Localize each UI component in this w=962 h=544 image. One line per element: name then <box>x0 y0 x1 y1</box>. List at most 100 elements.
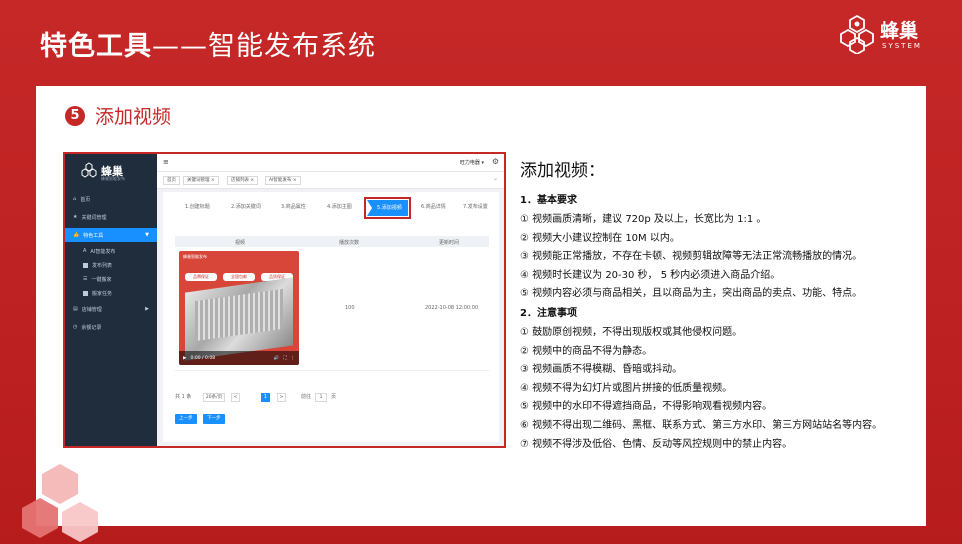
play-icon[interactable]: ▶ <box>183 356 186 361</box>
step-7[interactable]: 7.发布设置 <box>463 203 488 210</box>
step-3[interactable]: 3.商品属性 <box>281 203 306 210</box>
requirement-item: ③ 视频能正常播放，不存在卡顿、视频剪辑故障等无法正常流畅播放的情况。 <box>520 251 863 263</box>
brand-logo: 蜂巢 SYSTEM <box>838 12 948 62</box>
requirement-item: ④ 视频时长建议为 20-30 秒， 5 秒内必须进入商品介绍。 <box>520 269 781 281</box>
note-item: ④ 视频不得为幻灯片或图片拼接的低质量视频。 <box>520 382 733 394</box>
play-count: 100 <box>345 305 355 311</box>
description-block: 添加视频： 1．基本要求 ① 视频画质清晰，建议 720p 及以上，长宽比为 1… <box>520 156 922 454</box>
requirements-heading: 1．基本要求 <box>520 195 577 206</box>
sidebar-item-label: 搬家任务 <box>92 290 113 297</box>
step-6[interactable]: 6.商品详情 <box>421 203 446 210</box>
step-number-badge: 5 <box>65 105 85 126</box>
next-step-button[interactable]: 下一步 <box>203 414 225 424</box>
goto-label: 前往 <box>301 394 312 400</box>
logo-subtext: SYSTEM <box>882 42 922 50</box>
chevron-down-icon: ▼ <box>145 232 149 238</box>
pagination-total: 共 1 条 <box>175 394 192 400</box>
note-item: ⑦ 视频不得涉及低俗、色情、反动等风控规则中的禁止内容。 <box>520 438 793 450</box>
step-1[interactable]: 1.创建标题 <box>185 203 210 210</box>
app-logo-subtext: 蜂巢智能发布 <box>101 176 125 181</box>
page-number-current[interactable]: 1 <box>261 393 270 402</box>
slide-header: 特色工具——智能发布系统 蜂巢 SYSTEM <box>0 0 962 86</box>
sidebar-item-ai-publish[interactable]: A AI智能发布 <box>65 244 157 258</box>
slide-title-main: 特色工具 <box>40 31 152 62</box>
prev-step-button[interactable]: 上一步 <box>175 414 197 424</box>
slide-title-sub: 智能发布系统 <box>208 31 376 62</box>
sidebar-item-one-click-move[interactable]: ☰ 一键搬家 <box>65 272 157 286</box>
fullscreen-icon[interactable]: ⛶ <box>283 355 286 361</box>
section-heading: 5 添加视频 <box>65 102 171 129</box>
sidebar-item-label: AI智能发布 <box>90 248 116 255</box>
hexagon-decoration-icon <box>22 464 98 542</box>
video-badge: 全国包邮 <box>223 273 255 281</box>
sidebar-item-label: 发布列表 <box>92 262 113 269</box>
step-2[interactable]: 2.添加关键词 <box>231 203 261 210</box>
prev-page-button[interactable]: < <box>231 393 240 402</box>
tab-home[interactable]: 首页 <box>163 176 180 185</box>
sidebar-item-balance[interactable]: ◷ 余额记录 <box>65 320 157 334</box>
chevron-right-icon: ▶ <box>145 306 149 312</box>
column-header-video: 视频 <box>235 240 246 246</box>
note-item: ⑤ 视频中的水印不得遮挡商品，不得影响观看视频内容。 <box>520 401 773 413</box>
app-sidebar: 蜂巢 蜂巢智能发布 ⌂ 首页 ★ 关键词管理 👍 特色工具 ▼ A AI智能发布 发布列表… <box>65 154 157 446</box>
table-row: 蜂巢智能发布 品牌保证 全国包邮 品质保证 ▶ 0:00 / 0:08 🔊 ⛶ … <box>175 247 489 371</box>
next-page-button[interactable]: > <box>277 393 286 402</box>
sidebar-item-tools[interactable]: 👍 特色工具 ▼ <box>65 228 157 242</box>
note-item: ② 视频中的商品不得为静态。 <box>520 345 653 357</box>
menu-icon[interactable]: ≡ <box>163 158 169 166</box>
note-item: ③ 视频画质不得模糊、昏暗或抖动。 <box>520 364 683 376</box>
volume-icon[interactable]: 🔊 <box>274 356 280 361</box>
sidebar-item-home[interactable]: ⌂ 首页 <box>65 192 157 206</box>
thumbs-up-icon: 👍 <box>73 232 80 238</box>
video-table: 视频 播放次数 更新时间 蜂巢智能发布 品牌保证 全国包邮 品质保证 ▶ 0:0… <box>175 236 489 386</box>
sidebar-item-keywords[interactable]: ★ 关键词管理 <box>65 210 157 224</box>
app-sidebar-logo: 蜂巢 蜂巢智能发布 <box>81 162 141 184</box>
clock-icon: ◷ <box>73 324 78 330</box>
sidebar-item-label: 首页 <box>80 196 91 203</box>
honeycomb-logo-icon <box>840 14 874 54</box>
sidebar-item-label: 特色工具 <box>83 232 104 239</box>
slide-title-dash: —— <box>152 31 208 62</box>
star-icon: ★ <box>73 214 78 220</box>
video-thumbnail[interactable]: 蜂巢智能发布 品牌保证 全国包邮 品质保证 ▶ 0:00 / 0:08 🔊 ⛶ … <box>179 251 299 365</box>
sidebar-item-label: 关键词管理 <box>81 214 107 221</box>
shop-icon: ▤ <box>73 306 78 312</box>
app-main: 1.创建标题 2.添加关键词 3.商品属性 4.添加主图 5.添加视频 6.商品… <box>163 192 499 442</box>
home-icon: ⌂ <box>73 196 77 202</box>
sidebar-item-label: 一键搬家 <box>91 276 112 283</box>
gear-icon[interactable]: ⚙ <box>492 157 499 166</box>
tab-keywords[interactable]: 关键词管理 × <box>183 176 219 185</box>
grid-icon <box>83 290 88 296</box>
description-title: 添加视频： <box>520 161 605 181</box>
pagination: 共 1 条 20条/页 < 1 > 前往 1 页 <box>175 392 375 402</box>
requirement-item: ① 视频画质清晰，建议 720p 及以上，长宽比为 1:1 。 <box>520 214 767 225</box>
chevron-down-icon[interactable]: ⌄ <box>493 175 498 182</box>
sidebar-item-publish-list[interactable]: 发布列表 <box>65 258 157 272</box>
more-icon[interactable]: ⋮ <box>291 356 296 361</box>
step-bar: 1.创建标题 2.添加关键词 3.商品属性 4.添加主图 5.添加视频 6.商品… <box>171 197 495 219</box>
app-topbar: ≡ 旺力电器 ▾ ⚙ <box>157 154 504 172</box>
tab-bar: 首页 关键词管理 × 店铺列表 × AI智能发布 × ⌄ <box>157 172 504 189</box>
requirement-item: ⑤ 视频内容必须与商品相关，且以商品为主，突出商品的卖点、功能、特点。 <box>520 288 863 300</box>
page-size-select[interactable]: 20条/页 <box>203 393 225 402</box>
step-5-current[interactable]: 5.添加视频 <box>364 197 411 219</box>
video-watermark: 蜂巢智能发布 <box>183 254 207 259</box>
section-title-text: 添加视频 <box>95 106 172 128</box>
tab-shop-list[interactable]: 店铺列表 × <box>227 176 259 185</box>
app-screenshot: 蜂巢 蜂巢智能发布 ⌂ 首页 ★ 关键词管理 👍 特色工具 ▼ A AI智能发布 发布列表… <box>63 152 506 448</box>
user-menu[interactable]: 旺力电器 ▾ <box>460 159 484 166</box>
sidebar-item-move-tasks[interactable]: 搬家任务 <box>65 286 157 300</box>
video-badge: 品牌保证 <box>185 273 217 281</box>
column-header-updated: 更新时间 <box>439 240 460 246</box>
goto-page-input[interactable]: 1 <box>315 393 327 402</box>
sidebar-item-shops[interactable]: ▤ 店铺管理 ▶ <box>65 302 157 316</box>
video-time: 0:00 / 0:08 <box>190 355 216 361</box>
requirement-item: ② 视频大小建议控制在 10M 以内。 <box>520 232 680 244</box>
grid-icon <box>83 262 88 268</box>
column-header-plays: 播放次数 <box>339 240 360 246</box>
sidebar-item-label: 店铺管理 <box>81 306 102 313</box>
sidebar-item-label: 余额记录 <box>81 324 102 331</box>
step-4[interactable]: 4.添加主图 <box>327 203 352 210</box>
tab-ai-publish[interactable]: AI智能发布 × <box>265 176 301 185</box>
update-time: 2022-10-08 12:00:00 <box>425 305 479 311</box>
